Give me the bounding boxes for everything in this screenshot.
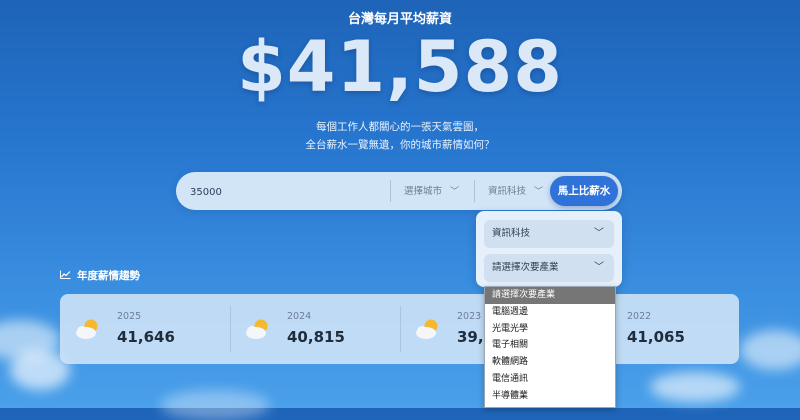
- industry-dropdown-panel: 資訊科技 ﹀ 請選擇次要產業 ﹀: [476, 211, 622, 287]
- secondary-industry-label: 請選擇次要產業: [492, 262, 559, 273]
- year-label: 2023: [457, 311, 482, 322]
- partly-sunny-icon: [416, 319, 438, 339]
- page-title: 台灣每月平均薪資: [347, 12, 452, 27]
- year-salary-value: 41,646: [117, 328, 175, 346]
- year-salary-value: 40,815: [287, 328, 345, 346]
- chevron-down-icon: ﹀: [534, 187, 544, 197]
- industry-select-label: 資訊科技: [488, 186, 527, 197]
- chevron-down-icon: ﹀: [594, 262, 604, 273]
- year-cell-2024: 2024 40,815: [230, 294, 400, 364]
- salary-search-bar: 選擇城市 ﹀ 資訊科技 ﹀ 馬上比薪水: [176, 172, 622, 210]
- page-subtitle: 每個工作人都關心的一張天氣雲圖， 全台薪水一覽無遺，你的城市薪情如何？: [0, 118, 800, 154]
- divider: [474, 180, 475, 202]
- year-label: 2024: [287, 311, 312, 322]
- partly-sunny-icon: [76, 319, 98, 339]
- year-label: 2025: [117, 311, 142, 322]
- salary-input[interactable]: [188, 182, 382, 202]
- cloud-decoration: [650, 372, 740, 402]
- listbox-option[interactable]: 電子相關: [485, 337, 615, 354]
- secondary-industry-listbox: 請選擇次要產業 電腦週邊 光電光學 電子相關 軟體網路 電信通訊 半導體業: [484, 286, 616, 408]
- cloud-decoration: [160, 390, 270, 420]
- year-salary-value: 41,065: [627, 328, 685, 346]
- listbox-option[interactable]: 電信通訊: [485, 371, 615, 388]
- listbox-option[interactable]: 電腦週邊: [485, 304, 615, 321]
- trend-heading: 年度薪情趨勢: [60, 268, 140, 283]
- average-salary: $41,588: [237, 26, 563, 108]
- secondary-industry-select[interactable]: 請選擇次要產業 ﹀: [484, 254, 614, 282]
- listbox-option[interactable]: 半導體業: [485, 388, 615, 405]
- subtitle-line: 全台薪水一覽無遺，你的城市薪情如何？: [305, 139, 495, 151]
- listbox-option[interactable]: 軟體網路: [485, 354, 615, 371]
- city-select-label: 選擇城市: [404, 186, 443, 197]
- listbox-option[interactable]: 請選擇次要產業: [485, 287, 615, 304]
- primary-industry-select[interactable]: 資訊科技 ﹀: [484, 220, 614, 248]
- compare-salary-button[interactable]: 馬上比薪水: [550, 176, 618, 206]
- year-cell-2025: 2025 41,646: [60, 294, 230, 364]
- cloud-decoration: [740, 330, 800, 370]
- partly-sunny-icon: [246, 319, 268, 339]
- listbox-option[interactable]: 光電光學: [485, 321, 615, 338]
- divider: [390, 180, 391, 202]
- industry-select[interactable]: 資訊科技 ﹀: [488, 183, 543, 197]
- city-select[interactable]: 選擇城市 ﹀: [404, 183, 459, 197]
- year-label: 2022: [627, 311, 652, 322]
- primary-industry-label: 資訊科技: [492, 228, 531, 239]
- trend-heading-label: 年度薪情趨勢: [77, 270, 140, 282]
- chevron-down-icon: ﹀: [594, 228, 604, 239]
- chevron-down-icon: ﹀: [450, 187, 460, 197]
- subtitle-line: 每個工作人都關心的一張天氣雲圖，: [316, 121, 484, 133]
- trend-chart-icon: [60, 270, 71, 282]
- yearly-trend-card: 2025 41,646 2024 40,815 2023 39,7 2022 4…: [60, 294, 739, 364]
